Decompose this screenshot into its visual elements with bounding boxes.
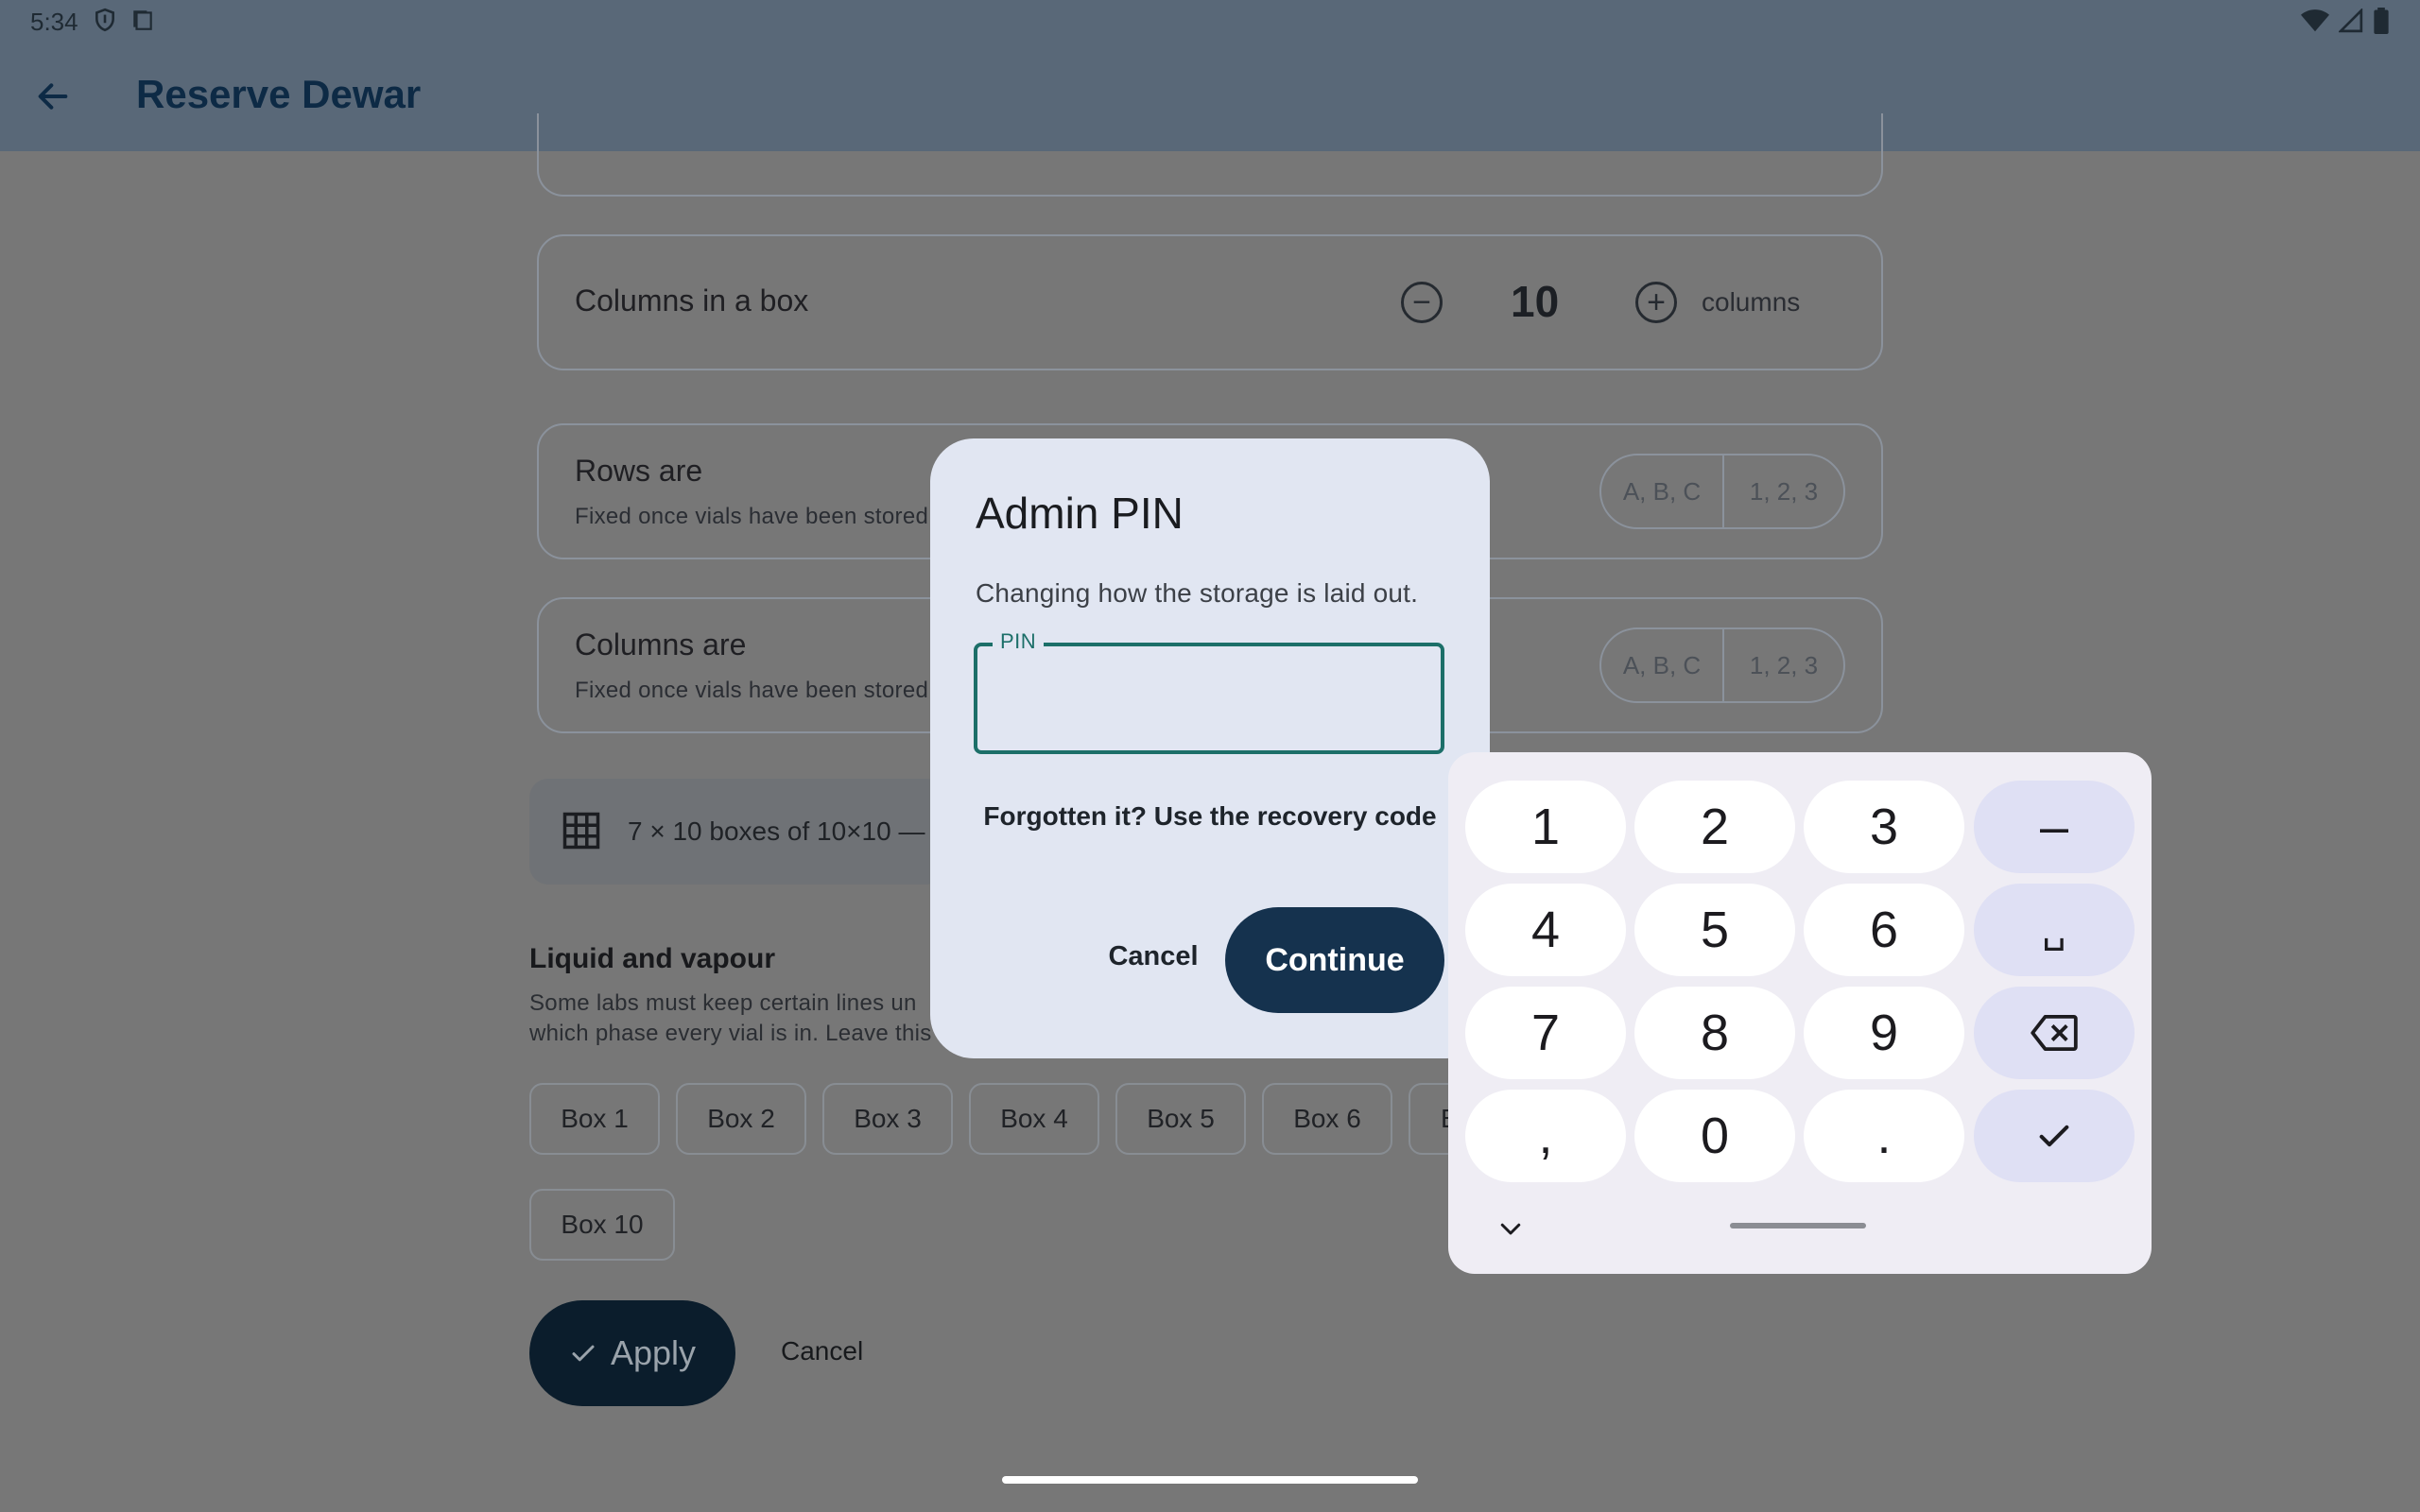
- key-backspace[interactable]: [1974, 987, 2135, 1079]
- dialog-subtitle: Changing how the storage is laid out.: [976, 578, 1419, 608]
- plus-circle-icon: +: [1647, 284, 1666, 320]
- rows-are-label: Rows are: [575, 454, 703, 488]
- battery-icon: [2374, 8, 2389, 34]
- key-4[interactable]: 4: [1465, 884, 1626, 976]
- rows-are-helper: Fixed once vials have been stored: [575, 504, 929, 529]
- backspace-icon: [2031, 1015, 2078, 1051]
- form-cancel-button[interactable]: Cancel: [781, 1336, 863, 1366]
- wifi-icon: [2301, 9, 2329, 32]
- check-icon: [572, 1345, 595, 1362]
- previous-field-card: [537, 113, 1883, 197]
- columns-option-numbers[interactable]: 1, 2, 3: [1722, 629, 1843, 701]
- keyboard-handle[interactable]: [1730, 1223, 1866, 1228]
- key-2[interactable]: 2: [1634, 781, 1795, 873]
- box-chip-6[interactable]: Box 6: [1262, 1083, 1392, 1155]
- chevron-down-icon: [1500, 1223, 1521, 1235]
- key-8[interactable]: 8: [1634, 987, 1795, 1079]
- key-done[interactable]: [1974, 1090, 2135, 1182]
- key-9[interactable]: 9: [1804, 987, 1964, 1079]
- columns-unit: columns: [1702, 287, 1801, 317]
- key-3[interactable]: 3: [1804, 781, 1964, 873]
- box-chip-3[interactable]: Box 3: [822, 1083, 953, 1155]
- apply-button[interactable]: Apply: [529, 1300, 735, 1406]
- key-7[interactable]: 7: [1465, 987, 1626, 1079]
- columns-are-label: Columns are: [575, 627, 747, 662]
- cell-signal-icon: [2339, 9, 2363, 33]
- shield-icon: [95, 8, 114, 32]
- rows-option-letters[interactable]: A, B, C: [1601, 455, 1722, 527]
- minus-circle-icon: −: [1412, 284, 1431, 320]
- key-0[interactable]: 0: [1634, 1090, 1795, 1182]
- key-1[interactable]: 1: [1465, 781, 1626, 873]
- decrease-columns-button[interactable]: −: [1401, 282, 1443, 323]
- admin-pin-dialog: Admin PIN Changing how the storage is la…: [930, 438, 1490, 1058]
- columns-value: 10: [1511, 277, 1560, 326]
- pin-input[interactable]: [974, 643, 1444, 754]
- box-chip-2[interactable]: Box 2: [676, 1083, 806, 1155]
- columns-option-letters[interactable]: A, B, C: [1601, 629, 1722, 701]
- status-time: 5:34: [30, 8, 78, 36]
- box-chip-5[interactable]: Box 5: [1115, 1083, 1246, 1155]
- grid-icon: [562, 812, 600, 850]
- key-comma[interactable]: ,: [1465, 1090, 1626, 1182]
- continue-button[interactable]: Continue: [1225, 907, 1444, 1013]
- key-6[interactable]: 6: [1804, 884, 1964, 976]
- liquid-vapour-desc-1: Some labs must keep certain lines un: [529, 990, 917, 1016]
- status-icons-right: [2301, 8, 2390, 34]
- key-5[interactable]: 5: [1634, 884, 1795, 976]
- hide-keyboard-button[interactable]: [1492, 1210, 1530, 1247]
- rows-option-numbers[interactable]: 1, 2, 3: [1722, 455, 1843, 527]
- key-period[interactable]: .: [1804, 1090, 1964, 1182]
- gesture-bar[interactable]: [1002, 1476, 1418, 1484]
- recovery-code-link[interactable]: Forgotten it? Use the recovery code: [930, 801, 1490, 832]
- check-icon: [2039, 1125, 2069, 1147]
- clipboard-icon: [133, 10, 152, 30]
- box-chip-1[interactable]: Box 1: [529, 1083, 660, 1155]
- columns-in-box-label: Columns in a box: [575, 284, 809, 318]
- dialog-title: Admin PIN: [976, 489, 1184, 538]
- dialog-cancel-button[interactable]: Cancel: [1097, 941, 1210, 972]
- pin-label: PIN: [993, 629, 1045, 654]
- columns-format-toggle: A, B, C 1, 2, 3: [1599, 627, 1845, 703]
- rows-format-toggle: A, B, C 1, 2, 3: [1599, 454, 1845, 529]
- page-title: Reserve Dewar: [136, 72, 422, 116]
- key-space[interactable]: ␣: [1974, 884, 2135, 976]
- liquid-vapour-heading: Liquid and vapour: [529, 943, 775, 974]
- columns-are-helper: Fixed once vials have been stored: [575, 678, 929, 703]
- increase-columns-button[interactable]: +: [1635, 282, 1677, 323]
- box-chip-10[interactable]: Box 10: [529, 1189, 675, 1261]
- status-icons-left: [93, 8, 155, 32]
- liquid-vapour-desc-2: which phase every vial is in. Leave this: [529, 1021, 932, 1046]
- layout-summary-text: 7 × 10 boxes of 10×10 —: [628, 816, 925, 846]
- apply-label: Apply: [610, 1333, 697, 1372]
- key-minus[interactable]: –: [1974, 781, 2135, 873]
- box-chip-4[interactable]: Box 4: [969, 1083, 1099, 1155]
- arrow-left-icon: [38, 83, 68, 110]
- numeric-keypad: 1 2 3 – 4 5 6 ␣ 7 8 9 , 0 .: [1448, 752, 2152, 1274]
- back-button[interactable]: [26, 70, 79, 123]
